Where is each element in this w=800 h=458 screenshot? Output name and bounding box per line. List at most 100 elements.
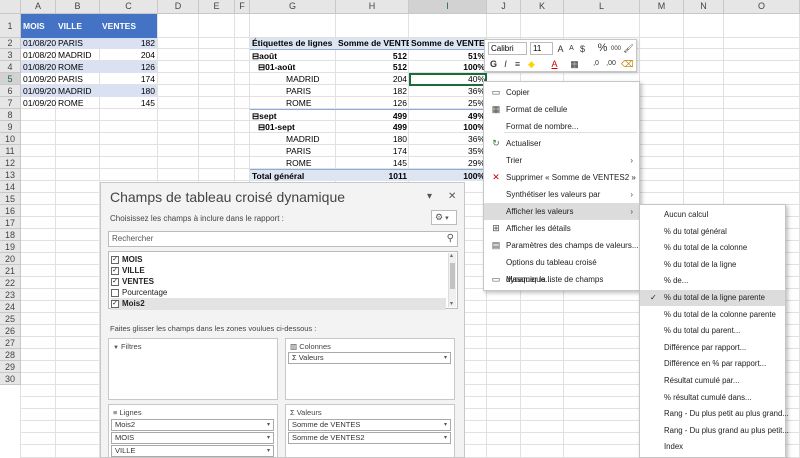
- pivot-header-cell[interactable]: Étiquettes de lignes: [250, 38, 336, 49]
- table-cell[interactable]: MADRID: [56, 49, 100, 61]
- table-cell[interactable]: 01/09/2021: [21, 85, 56, 97]
- submenu-item[interactable]: Différence en % par rapport...: [640, 356, 785, 372]
- pivot-cell[interactable]: 100%: [409, 61, 487, 73]
- chevron-down-icon[interactable]: ▾: [267, 433, 270, 443]
- field-list[interactable]: ▴ ▾ ✓ MOIS ✓ VILLE ✓ VENTES Pourcentage ✓ Mois2: [108, 251, 458, 310]
- row-header[interactable]: 19: [0, 241, 21, 253]
- row-header[interactable]: 11: [0, 145, 21, 157]
- row-header[interactable]: 7: [0, 97, 21, 109]
- comma-style-icon[interactable]: 000: [609, 43, 623, 55]
- row-header[interactable]: 10: [0, 133, 21, 145]
- submenu-item[interactable]: ✓ % du total de la ligne parente: [640, 290, 785, 306]
- row-header[interactable]: 29: [0, 361, 21, 373]
- pivot-cell[interactable]: 145: [336, 157, 409, 169]
- row-header[interactable]: 9: [0, 121, 21, 133]
- percent-icon[interactable]: %: [597, 42, 608, 54]
- pivot-cell[interactable]: 512: [336, 49, 409, 61]
- row-header[interactable]: 21: [0, 265, 21, 277]
- column-header[interactable]: O: [724, 0, 800, 14]
- pivot-cell[interactable]: 174: [336, 145, 409, 157]
- table-cell[interactable]: 01/09/2021: [21, 97, 56, 109]
- column-header[interactable]: D: [158, 0, 199, 14]
- highlight-icon[interactable]: ◆: [526, 58, 537, 70]
- row-header[interactable]: 8: [0, 109, 21, 121]
- submenu-item[interactable]: % du total de la ligne: [640, 257, 785, 273]
- row-header[interactable]: 17: [0, 217, 21, 229]
- table-header-cell[interactable]: VENTES: [100, 14, 157, 38]
- pivot-header-cell[interactable]: Somme de VENTES: [336, 38, 409, 49]
- rows-item[interactable]: Mois2 ▾: [111, 419, 274, 431]
- submenu-item[interactable]: Rang - Du plus grand au plus petit...: [640, 423, 789, 439]
- pivot-cell[interactable]: 51%: [409, 49, 487, 61]
- table-header-cell[interactable]: MOIS: [21, 14, 56, 38]
- row-header[interactable]: 30: [0, 373, 21, 385]
- table-cell[interactable]: ROME: [56, 61, 100, 73]
- column-header[interactable]: H: [336, 0, 409, 14]
- pivot-cell[interactable]: 35%: [409, 145, 487, 157]
- pivot-cell[interactable]: ROME: [250, 97, 336, 109]
- borders-icon[interactable]: ▦: [569, 58, 580, 70]
- column-header[interactable]: N: [684, 0, 724, 14]
- chevron-down-icon[interactable]: ▾: [267, 446, 270, 456]
- pivot-cell[interactable]: 36%: [409, 85, 487, 97]
- search-input[interactable]: Rechercher ⚲: [108, 231, 458, 247]
- context-menu-item[interactable]: Trier ›: [484, 152, 639, 169]
- submenu-item[interactable]: % de...: [640, 273, 785, 289]
- field-item[interactable]: ✓ Mois2: [111, 298, 446, 310]
- table-cell[interactable]: 174: [100, 73, 157, 85]
- column-header[interactable]: L: [564, 0, 640, 14]
- row-header[interactable]: 23: [0, 289, 21, 301]
- context-menu-item[interactable]: ▤ Paramètres des champs de valeurs...: [484, 237, 639, 254]
- pivot-cell[interactable]: 25%: [409, 97, 487, 109]
- pivot-cell[interactable]: 126: [336, 97, 409, 109]
- values-item[interactable]: Somme de VENTES ▾: [288, 419, 451, 431]
- increase-decimals-icon[interactable]: ,00: [604, 58, 618, 70]
- submenu-item[interactable]: % du total du parent...: [640, 323, 785, 339]
- table-cell[interactable]: 01/08/2021: [21, 38, 56, 49]
- active-cell[interactable]: [409, 73, 487, 86]
- row-header[interactable]: 25: [0, 313, 21, 325]
- row-header[interactable]: 24: [0, 301, 21, 313]
- table-cell[interactable]: 01/08/2021: [21, 49, 56, 61]
- row-header[interactable]: 15: [0, 193, 21, 205]
- table-cell[interactable]: 180: [100, 85, 157, 97]
- row-header[interactable]: 18: [0, 229, 21, 241]
- columns-item-values[interactable]: Σ Valeurs ▾: [288, 352, 451, 364]
- italic-icon[interactable]: I: [500, 58, 511, 70]
- pivot-cell[interactable]: 100%: [409, 121, 487, 133]
- format-brush-icon[interactable]: 🖌: [623, 43, 634, 55]
- pane-settings-button[interactable]: ⚙ ▾: [431, 210, 457, 225]
- field-checkbox[interactable]: ✓: [111, 266, 119, 275]
- context-menu-item[interactable]: ⊞ Afficher les détails: [484, 220, 639, 237]
- row-header[interactable]: 27: [0, 337, 21, 349]
- row-header[interactable]: 6: [0, 85, 21, 97]
- table-cell[interactable]: 01/09/2021: [21, 73, 56, 85]
- table-header-cell[interactable]: VILLE: [56, 14, 100, 38]
- font-color-icon[interactable]: A: [549, 58, 560, 70]
- table-cell[interactable]: 126: [100, 61, 157, 73]
- column-header[interactable]: E: [199, 0, 235, 14]
- clear-format-icon[interactable]: ⌫: [621, 58, 634, 70]
- column-header[interactable]: F: [235, 0, 250, 14]
- pivot-cell[interactable]: 499: [336, 109, 409, 121]
- font-name-box[interactable]: Calibri: [488, 42, 527, 55]
- row-header[interactable]: 5: [0, 73, 21, 85]
- pivot-cell[interactable]: Total général: [250, 169, 336, 181]
- table-cell[interactable]: PARIS: [56, 38, 100, 49]
- pane-options-dropdown-icon[interactable]: ▾: [427, 191, 432, 202]
- row-header[interactable]: 1: [0, 14, 21, 38]
- values-item[interactable]: Somme de VENTES2 ▾: [288, 432, 451, 444]
- row-header[interactable]: 16: [0, 205, 21, 217]
- pivot-cell[interactable]: 182: [336, 85, 409, 97]
- rows-item[interactable]: MOIS ▾: [111, 432, 274, 444]
- column-header[interactable]: K: [521, 0, 564, 14]
- context-menu-item[interactable]: ▭ Copier: [484, 84, 639, 101]
- pivot-cell[interactable]: 36%: [409, 133, 487, 145]
- context-menu-item[interactable]: ▦ Format de cellule: [484, 101, 639, 118]
- scroll-up-icon[interactable]: ▴: [450, 252, 453, 259]
- column-header[interactable]: I: [409, 0, 487, 14]
- bold-icon[interactable]: G: [488, 58, 499, 70]
- submenu-item[interactable]: Index: [640, 439, 785, 455]
- column-header[interactable]: M: [640, 0, 684, 14]
- table-cell[interactable]: 145: [100, 97, 157, 109]
